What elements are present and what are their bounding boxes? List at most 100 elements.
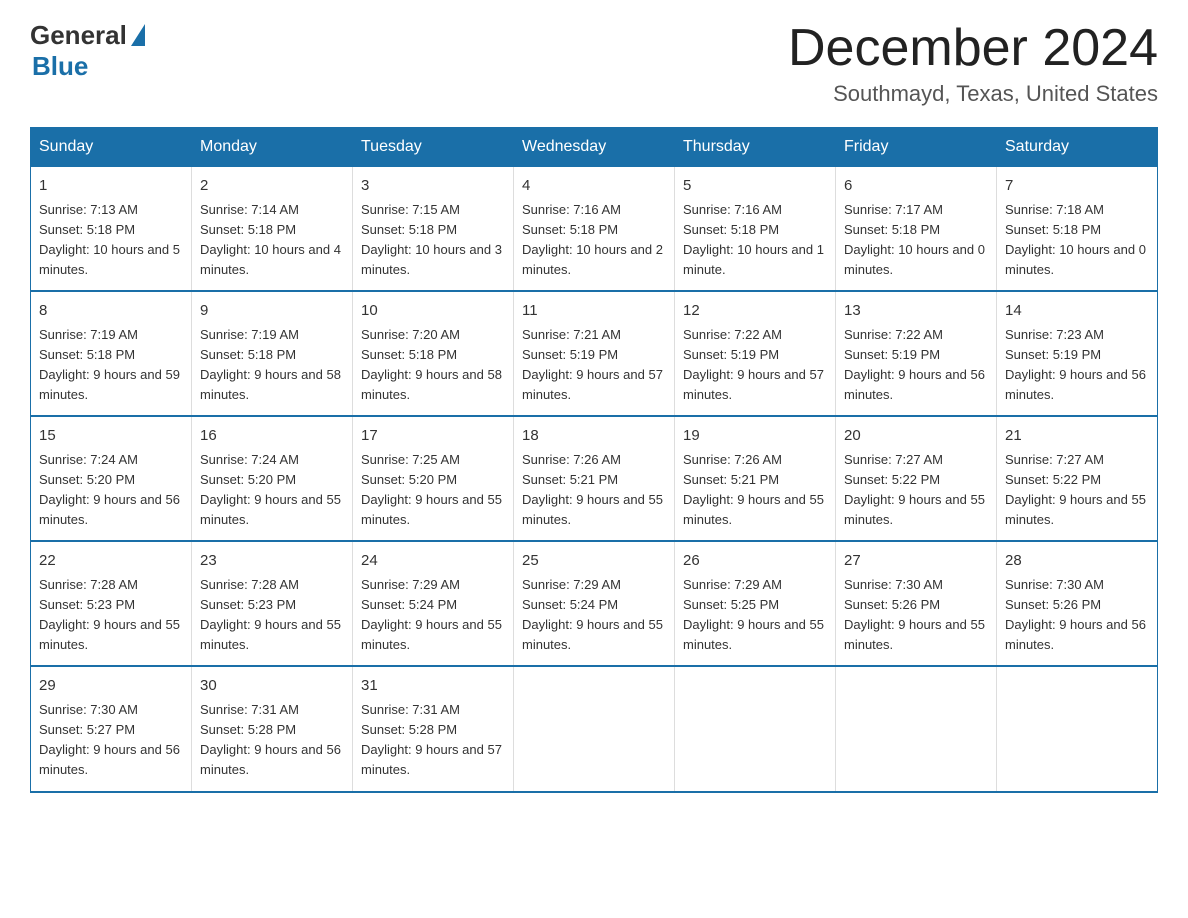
day-number: 16 xyxy=(200,425,344,448)
day-info: Sunrise: 7:30 AMSunset: 5:26 PMDaylight:… xyxy=(1005,575,1149,656)
day-cell: 8Sunrise: 7:19 AMSunset: 5:18 PMDaylight… xyxy=(31,291,192,416)
day-info: Sunrise: 7:15 AMSunset: 5:18 PMDaylight:… xyxy=(361,200,505,281)
day-info: Sunrise: 7:24 AMSunset: 5:20 PMDaylight:… xyxy=(39,450,183,531)
day-cell: 1Sunrise: 7:13 AMSunset: 5:18 PMDaylight… xyxy=(31,167,192,292)
day-number: 11 xyxy=(522,300,666,323)
day-info: Sunrise: 7:28 AMSunset: 5:23 PMDaylight:… xyxy=(200,575,344,656)
day-info: Sunrise: 7:27 AMSunset: 5:22 PMDaylight:… xyxy=(844,450,988,531)
week-row-1: 1Sunrise: 7:13 AMSunset: 5:18 PMDaylight… xyxy=(31,167,1158,292)
day-number: 25 xyxy=(522,550,666,573)
day-cell: 10Sunrise: 7:20 AMSunset: 5:18 PMDayligh… xyxy=(353,291,514,416)
day-number: 27 xyxy=(844,550,988,573)
day-number: 29 xyxy=(39,675,183,698)
day-number: 23 xyxy=(200,550,344,573)
day-number: 14 xyxy=(1005,300,1149,323)
day-number: 31 xyxy=(361,675,505,698)
day-info: Sunrise: 7:28 AMSunset: 5:23 PMDaylight:… xyxy=(39,575,183,656)
day-cell: 23Sunrise: 7:28 AMSunset: 5:23 PMDayligh… xyxy=(192,541,353,666)
day-cell: 12Sunrise: 7:22 AMSunset: 5:19 PMDayligh… xyxy=(675,291,836,416)
day-cell: 20Sunrise: 7:27 AMSunset: 5:22 PMDayligh… xyxy=(836,416,997,541)
day-cell: 24Sunrise: 7:29 AMSunset: 5:24 PMDayligh… xyxy=(353,541,514,666)
day-number: 4 xyxy=(522,175,666,198)
header-cell-monday: Monday xyxy=(192,128,353,167)
logo-general-text: General xyxy=(30,20,127,51)
calendar-header: SundayMondayTuesdayWednesdayThursdayFrid… xyxy=(31,128,1158,167)
day-info: Sunrise: 7:26 AMSunset: 5:21 PMDaylight:… xyxy=(522,450,666,531)
day-cell: 16Sunrise: 7:24 AMSunset: 5:20 PMDayligh… xyxy=(192,416,353,541)
day-number: 13 xyxy=(844,300,988,323)
day-number: 8 xyxy=(39,300,183,323)
day-cell: 22Sunrise: 7:28 AMSunset: 5:23 PMDayligh… xyxy=(31,541,192,666)
day-cell: 13Sunrise: 7:22 AMSunset: 5:19 PMDayligh… xyxy=(836,291,997,416)
day-cell: 18Sunrise: 7:26 AMSunset: 5:21 PMDayligh… xyxy=(514,416,675,541)
day-number: 3 xyxy=(361,175,505,198)
day-info: Sunrise: 7:30 AMSunset: 5:26 PMDaylight:… xyxy=(844,575,988,656)
day-number: 1 xyxy=(39,175,183,198)
logo-blue-text: Blue xyxy=(32,51,88,82)
header-cell-sunday: Sunday xyxy=(31,128,192,167)
day-cell: 29Sunrise: 7:30 AMSunset: 5:27 PMDayligh… xyxy=(31,666,192,791)
day-cell: 4Sunrise: 7:16 AMSunset: 5:18 PMDaylight… xyxy=(514,167,675,292)
day-number: 21 xyxy=(1005,425,1149,448)
day-info: Sunrise: 7:21 AMSunset: 5:19 PMDaylight:… xyxy=(522,325,666,406)
day-info: Sunrise: 7:14 AMSunset: 5:18 PMDaylight:… xyxy=(200,200,344,281)
day-number: 20 xyxy=(844,425,988,448)
header-cell-thursday: Thursday xyxy=(675,128,836,167)
week-row-5: 29Sunrise: 7:30 AMSunset: 5:27 PMDayligh… xyxy=(31,666,1158,791)
day-info: Sunrise: 7:22 AMSunset: 5:19 PMDaylight:… xyxy=(844,325,988,406)
day-info: Sunrise: 7:16 AMSunset: 5:18 PMDaylight:… xyxy=(683,200,827,281)
day-info: Sunrise: 7:30 AMSunset: 5:27 PMDaylight:… xyxy=(39,700,183,781)
day-info: Sunrise: 7:18 AMSunset: 5:18 PMDaylight:… xyxy=(1005,200,1149,281)
day-cell: 14Sunrise: 7:23 AMSunset: 5:19 PMDayligh… xyxy=(997,291,1158,416)
day-number: 2 xyxy=(200,175,344,198)
header-cell-wednesday: Wednesday xyxy=(514,128,675,167)
day-info: Sunrise: 7:29 AMSunset: 5:24 PMDaylight:… xyxy=(522,575,666,656)
day-cell: 3Sunrise: 7:15 AMSunset: 5:18 PMDaylight… xyxy=(353,167,514,292)
day-cell: 27Sunrise: 7:30 AMSunset: 5:26 PMDayligh… xyxy=(836,541,997,666)
day-info: Sunrise: 7:19 AMSunset: 5:18 PMDaylight:… xyxy=(39,325,183,406)
calendar-subtitle: Southmayd, Texas, United States xyxy=(788,81,1158,107)
day-info: Sunrise: 7:29 AMSunset: 5:25 PMDaylight:… xyxy=(683,575,827,656)
header-cell-friday: Friday xyxy=(836,128,997,167)
week-row-3: 15Sunrise: 7:24 AMSunset: 5:20 PMDayligh… xyxy=(31,416,1158,541)
day-number: 26 xyxy=(683,550,827,573)
day-cell: 28Sunrise: 7:30 AMSunset: 5:26 PMDayligh… xyxy=(997,541,1158,666)
header-row: SundayMondayTuesdayWednesdayThursdayFrid… xyxy=(31,128,1158,167)
page-header: General Blue December 2024 Southmayd, Te… xyxy=(30,20,1158,107)
title-area: December 2024 Southmayd, Texas, United S… xyxy=(788,20,1158,107)
day-cell: 15Sunrise: 7:24 AMSunset: 5:20 PMDayligh… xyxy=(31,416,192,541)
day-number: 22 xyxy=(39,550,183,573)
day-info: Sunrise: 7:29 AMSunset: 5:24 PMDaylight:… xyxy=(361,575,505,656)
calendar-title: December 2024 xyxy=(788,20,1158,77)
day-cell: 25Sunrise: 7:29 AMSunset: 5:24 PMDayligh… xyxy=(514,541,675,666)
week-row-2: 8Sunrise: 7:19 AMSunset: 5:18 PMDaylight… xyxy=(31,291,1158,416)
day-number: 15 xyxy=(39,425,183,448)
calendar-body: 1Sunrise: 7:13 AMSunset: 5:18 PMDaylight… xyxy=(31,167,1158,792)
day-cell xyxy=(675,666,836,791)
day-number: 9 xyxy=(200,300,344,323)
day-cell: 17Sunrise: 7:25 AMSunset: 5:20 PMDayligh… xyxy=(353,416,514,541)
day-info: Sunrise: 7:31 AMSunset: 5:28 PMDaylight:… xyxy=(200,700,344,781)
day-info: Sunrise: 7:20 AMSunset: 5:18 PMDaylight:… xyxy=(361,325,505,406)
day-info: Sunrise: 7:24 AMSunset: 5:20 PMDaylight:… xyxy=(200,450,344,531)
day-info: Sunrise: 7:27 AMSunset: 5:22 PMDaylight:… xyxy=(1005,450,1149,531)
day-cell: 11Sunrise: 7:21 AMSunset: 5:19 PMDayligh… xyxy=(514,291,675,416)
day-number: 6 xyxy=(844,175,988,198)
day-info: Sunrise: 7:22 AMSunset: 5:19 PMDaylight:… xyxy=(683,325,827,406)
header-cell-saturday: Saturday xyxy=(997,128,1158,167)
day-number: 18 xyxy=(522,425,666,448)
day-info: Sunrise: 7:31 AMSunset: 5:28 PMDaylight:… xyxy=(361,700,505,781)
day-number: 24 xyxy=(361,550,505,573)
day-number: 19 xyxy=(683,425,827,448)
calendar-table: SundayMondayTuesdayWednesdayThursdayFrid… xyxy=(30,127,1158,792)
week-row-4: 22Sunrise: 7:28 AMSunset: 5:23 PMDayligh… xyxy=(31,541,1158,666)
logo: General Blue xyxy=(30,20,145,82)
day-number: 17 xyxy=(361,425,505,448)
logo-triangle-icon xyxy=(131,24,145,46)
day-cell: 26Sunrise: 7:29 AMSunset: 5:25 PMDayligh… xyxy=(675,541,836,666)
day-cell: 6Sunrise: 7:17 AMSunset: 5:18 PMDaylight… xyxy=(836,167,997,292)
day-number: 30 xyxy=(200,675,344,698)
day-cell: 31Sunrise: 7:31 AMSunset: 5:28 PMDayligh… xyxy=(353,666,514,791)
day-cell: 9Sunrise: 7:19 AMSunset: 5:18 PMDaylight… xyxy=(192,291,353,416)
day-cell: 19Sunrise: 7:26 AMSunset: 5:21 PMDayligh… xyxy=(675,416,836,541)
